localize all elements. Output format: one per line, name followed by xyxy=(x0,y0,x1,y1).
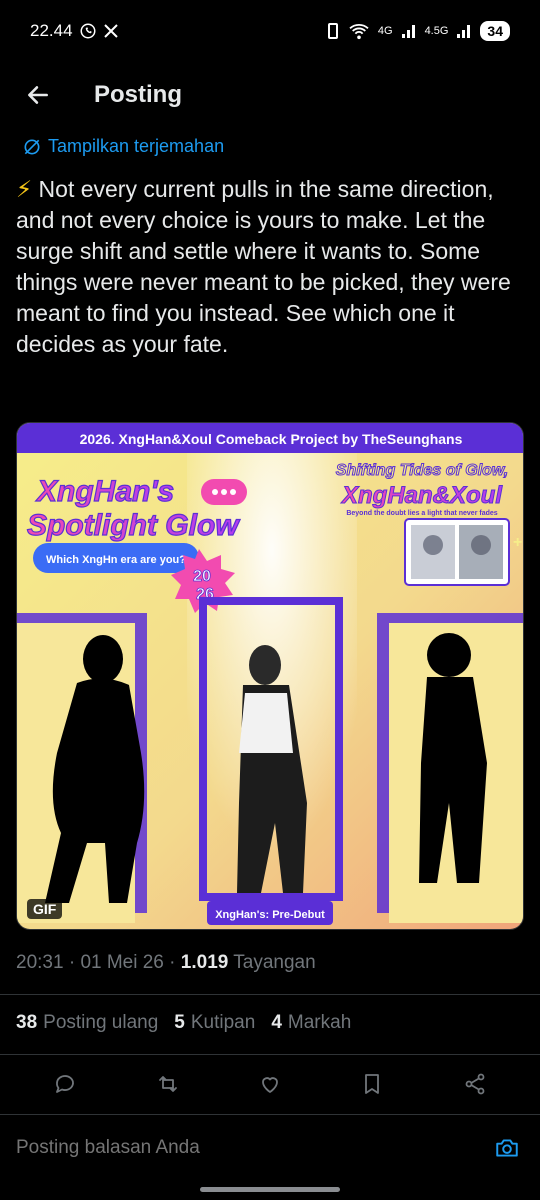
signal-icon xyxy=(457,25,471,38)
bookmarks-count: 4 xyxy=(271,1012,282,1033)
network-a-label: 4G xyxy=(377,25,393,37)
reply-icon xyxy=(56,1075,75,1093)
media-caption: XngHan's: Pre-Debut xyxy=(215,909,325,921)
share-button[interactable] xyxy=(460,1069,490,1099)
network-b-label: 4.5G xyxy=(424,25,449,37)
view-count: 1.019 xyxy=(180,952,229,973)
bookmarks-label: Markah xyxy=(287,1012,352,1033)
media-bubble-text: Which XngHn era are you? xyxy=(46,554,186,566)
quotes-stat[interactable]: 5 Kutipan xyxy=(174,1012,255,1034)
arrow-left-icon xyxy=(28,86,48,104)
quotes-label: Kutipan xyxy=(190,1012,256,1033)
post-text: ⚡ Not every current pulls in the same di… xyxy=(16,174,526,360)
media-artwork: 2026. XngHan&Xoul Comeback Project by Th… xyxy=(17,423,523,929)
post-meta: 20:31 · 01 Mei 26 · 1.019 Tayangan xyxy=(16,952,316,973)
media-year-top: 20 xyxy=(193,568,211,585)
post-date: 01 Mei 26 xyxy=(80,952,164,973)
share-icon xyxy=(465,1073,485,1095)
media-tagline-small: Shifting Tides of Glow, xyxy=(336,462,508,479)
status-left: 22.44 xyxy=(30,21,119,41)
bookmark-button[interactable] xyxy=(357,1069,387,1099)
bookmarks-stat[interactable]: 4 Markah xyxy=(271,1012,351,1034)
heart-icon xyxy=(262,1077,278,1093)
media-tagline-big: XngHan&Xoul xyxy=(340,482,503,509)
media-headline-1: XngHan's xyxy=(35,475,174,508)
divider xyxy=(0,994,540,995)
reply-button[interactable] xyxy=(50,1069,80,1099)
svg-text:+: + xyxy=(513,534,522,551)
media-tagline-sub: Beyond the doubt lies a light that never… xyxy=(346,510,497,517)
status-time: 22.44 xyxy=(30,21,73,40)
post-stats: 38 Posting ulang 5 Kutipan 4 Markah xyxy=(16,1012,351,1034)
reposts-count: 38 xyxy=(16,1012,38,1033)
whatsapp-icon xyxy=(80,23,96,39)
reposts-label: Posting ulang xyxy=(43,1012,159,1033)
gif-badge: GIF xyxy=(27,899,63,919)
gesture-bar xyxy=(200,1187,340,1192)
reply-bar xyxy=(0,1120,540,1176)
reply-input[interactable] xyxy=(16,1137,490,1159)
post-body: Not every current pulls in the same dire… xyxy=(16,176,511,357)
translate-icon xyxy=(24,139,40,154)
repost-icon xyxy=(158,1076,177,1092)
page-title: Posting xyxy=(94,81,182,108)
bookmark-icon xyxy=(365,1074,380,1094)
camera-button[interactable] xyxy=(490,1131,524,1165)
vibrate-icon xyxy=(327,23,338,39)
status-bar: 22.44 4G 4.5G 34 xyxy=(0,0,540,62)
status-right: 4G 4.5G 34 xyxy=(326,21,510,41)
translate-link[interactable]: Tampilkan terjemahan xyxy=(22,136,224,157)
camera-icon xyxy=(496,1139,518,1157)
signal-icon xyxy=(401,25,415,38)
reposts-stat[interactable]: 38 Posting ulang xyxy=(16,1012,158,1034)
lightning-emoji: ⚡ xyxy=(16,176,33,202)
x-logo-icon xyxy=(103,24,118,38)
like-button[interactable] xyxy=(255,1069,285,1099)
battery-indicator: 34 xyxy=(480,21,510,41)
wifi-icon xyxy=(349,24,369,40)
repost-button[interactable] xyxy=(153,1069,183,1099)
views-label: Tayangan xyxy=(233,952,316,973)
divider xyxy=(0,1054,540,1055)
back-button[interactable] xyxy=(22,79,54,111)
media-banner-text: 2026. XngHan&Xoul Comeback Project by Th… xyxy=(80,431,463,447)
post-media[interactable]: 2026. XngHan&Xoul Comeback Project by Th… xyxy=(16,422,524,930)
page-header: Posting xyxy=(0,62,540,128)
quotes-count: 5 xyxy=(174,1012,185,1033)
post-time: 20:31 xyxy=(16,952,64,973)
divider xyxy=(0,1114,540,1115)
action-bar xyxy=(0,1062,540,1106)
translate-label: Tampilkan terjemahan xyxy=(48,136,225,156)
media-headline-2: Spotlight Glow xyxy=(27,509,240,542)
